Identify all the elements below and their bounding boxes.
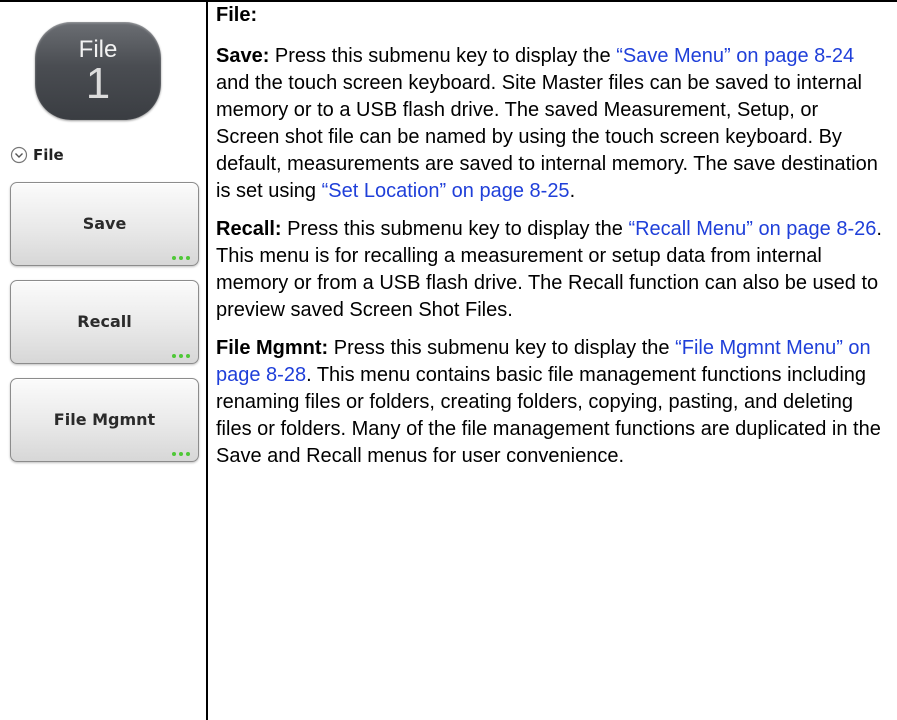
hard-key-number: 1 <box>85 59 111 108</box>
recall-text: Press this submenu key to display the <box>281 218 629 240</box>
softkey-label: Save <box>82 214 127 233</box>
save-description: Save: Press this submenu key to display … <box>216 43 886 205</box>
more-options-icon <box>172 354 190 358</box>
more-options-icon <box>172 256 190 260</box>
set-location-link[interactable]: “Set Location” on page 8-25 <box>322 180 570 202</box>
save-softkey[interactable]: Save <box>10 182 199 266</box>
recall-description: Recall: Press this submenu key to displa… <box>216 216 886 324</box>
file-mgmnt-softkey[interactable]: File Mgmnt <box>10 378 199 462</box>
menu-title: File <box>10 144 64 166</box>
circle-chevron-down-icon <box>10 146 28 164</box>
softkey-label: Recall <box>77 312 132 331</box>
column-divider <box>206 0 208 720</box>
section-heading: File: <box>216 4 258 26</box>
softkey-label: File Mgmnt <box>53 410 156 429</box>
file-hard-key[interactable]: File 1 <box>35 22 161 120</box>
file-mgmnt-text: Press this submenu key to display the <box>328 337 676 359</box>
save-menu-link[interactable]: “Save Menu” on page 8-24 <box>616 45 854 67</box>
file-mgmnt-term: File Mgmnt: <box>216 337 329 359</box>
description-column: File: Save: Press this submenu key to di… <box>216 2 886 481</box>
menu-title-label: File <box>33 146 64 164</box>
file-mgmnt-description: File Mgmnt: Press this submenu key to di… <box>216 335 886 470</box>
recall-term: Recall: <box>216 218 282 240</box>
more-options-icon <box>172 452 190 456</box>
save-term: Save: <box>216 45 270 67</box>
recall-softkey[interactable]: Recall <box>10 280 199 364</box>
save-text: Press this submenu key to display the <box>269 45 617 67</box>
file-mgmnt-text: . This menu contains basic file manageme… <box>216 364 881 467</box>
save-text: . <box>569 180 576 202</box>
recall-menu-link[interactable]: “Recall Menu” on page 8-26 <box>628 218 876 240</box>
